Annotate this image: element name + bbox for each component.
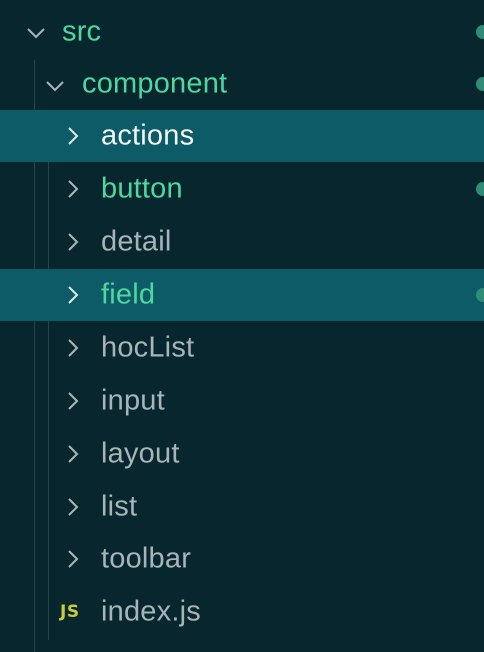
chevron-right-icon[interactable]	[66, 444, 80, 463]
modified-indicator	[476, 25, 484, 39]
folder-label-layout: layout	[101, 437, 180, 470]
folder-label-field: field	[101, 278, 156, 311]
tree-row-input[interactable]: input	[0, 375, 484, 427]
tree-row-list[interactable]: list	[0, 481, 484, 533]
chevron-right-icon[interactable]	[66, 179, 80, 198]
modified-indicator	[476, 288, 484, 302]
folder-label-toolbar: toolbar	[101, 542, 192, 575]
tree-row-field[interactable]: field	[0, 269, 484, 321]
folder-label-src: src	[62, 15, 102, 48]
tree-row-component[interactable]: component	[0, 58, 484, 110]
modified-indicator	[476, 182, 484, 196]
chevron-right-icon[interactable]	[66, 232, 80, 251]
chevron-right-icon[interactable]	[66, 549, 80, 568]
chevron-right-icon[interactable]	[66, 338, 80, 357]
tree-row-button[interactable]: button	[0, 163, 484, 215]
chevron-down-icon[interactable]	[45, 79, 64, 93]
file-explorer-tree: src component actions button detail fiel…	[0, 0, 484, 652]
folder-label-component: component	[82, 67, 228, 100]
chevron-right-icon[interactable]	[66, 126, 80, 145]
folder-label-actions: actions	[101, 119, 195, 152]
tree-row-detail[interactable]: detail	[0, 216, 484, 268]
folder-label-button: button	[101, 172, 183, 205]
chevron-right-icon[interactable]	[66, 497, 80, 516]
tree-row-src[interactable]: src	[0, 6, 484, 58]
folder-label-detail: detail	[101, 225, 172, 258]
tree-row-layout[interactable]: layout	[0, 428, 484, 480]
folder-label-hoclist: hocList	[101, 331, 195, 364]
folder-label-input: input	[101, 384, 165, 417]
tree-row-hoclist[interactable]: hocList	[0, 322, 484, 374]
chevron-right-icon[interactable]	[66, 285, 80, 304]
tree-row-index-js[interactable]: JS index.js	[0, 586, 484, 638]
chevron-right-icon[interactable]	[66, 391, 80, 410]
chevron-down-icon[interactable]	[26, 26, 45, 40]
file-label-index-js: index.js	[101, 595, 201, 628]
folder-label-list: list	[101, 490, 138, 523]
tree-row-toolbar[interactable]: toolbar	[0, 533, 484, 585]
modified-indicator	[476, 77, 484, 91]
tree-row-actions[interactable]: actions	[0, 110, 484, 162]
javascript-file-icon: JS	[60, 602, 80, 622]
